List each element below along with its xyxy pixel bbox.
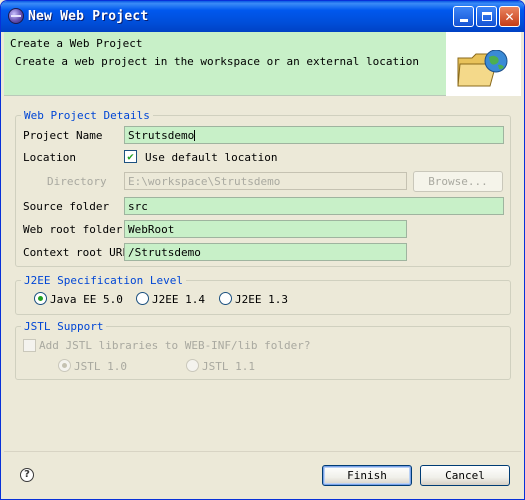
finish-button[interactable]: Finish — [322, 465, 412, 486]
project-name-input[interactable]: Strutsdemo — [124, 126, 504, 144]
banner-icon-area — [446, 32, 521, 96]
title-bar[interactable]: New Web Project ✕ — [1, 1, 524, 32]
radio-j2ee-1-3-label[interactable]: J2EE 1.3 — [235, 293, 288, 306]
location-label: Location — [23, 151, 76, 164]
minimize-button[interactable] — [453, 6, 474, 27]
project-name-value: Strutsdemo — [128, 129, 195, 142]
radio-jstl-1-0-label[interactable]: JSTL 1.0 — [74, 360, 127, 373]
folder-globe-icon — [457, 50, 508, 87]
eclipse-app-icon — [8, 8, 24, 24]
project-name-label: Project Name — [23, 129, 103, 142]
radio-jstl-1-1-label[interactable]: JSTL 1.1 — [202, 360, 255, 373]
context-root-url-label: Context root URL — [23, 246, 129, 259]
context-root-url-input[interactable]: /Strutsdemo — [124, 243, 407, 261]
use-default-location-checkbox[interactable]: ✔ — [124, 150, 137, 163]
radio-j2ee-1-3[interactable] — [219, 292, 232, 305]
source-folder-label: Source folder — [23, 200, 110, 213]
text-caret — [194, 130, 196, 141]
browse-button[interactable]: Browse... — [413, 171, 503, 192]
radio-j2ee-1-4[interactable] — [136, 292, 149, 305]
web-root-folder-label: Web root folder — [23, 223, 123, 236]
maximize-button[interactable] — [476, 6, 497, 27]
directory-input[interactable]: E:\workspace\Strutsdemo — [124, 172, 407, 190]
radio-j2ee-1-4-label[interactable]: J2EE 1.4 — [152, 293, 205, 306]
cancel-button-label: Cancel — [445, 469, 485, 482]
help-icon[interactable]: ? — [20, 468, 34, 482]
source-folder-input[interactable]: src — [124, 197, 504, 215]
radio-java-ee-5[interactable] — [34, 292, 47, 305]
wizard-banner: Create a Web Project Create a web projec… — [4, 32, 521, 96]
radio-jstl-1-1[interactable] — [186, 359, 199, 372]
banner-description: Create a web project in the workspace or… — [15, 55, 419, 68]
add-jstl-label[interactable]: Add JSTL libraries to WEB-INF/lib folder… — [39, 339, 311, 352]
footer-separator — [4, 451, 521, 452]
web-root-folder-input[interactable]: WebRoot — [124, 220, 407, 238]
j2ee-spec-level-legend: J2EE Specification Level — [21, 274, 186, 287]
directory-label: Directory — [47, 175, 107, 188]
close-icon: ✕ — [504, 9, 515, 24]
cancel-button[interactable]: Cancel — [420, 465, 510, 486]
minimize-icon — [459, 19, 468, 22]
new-web-project-dialog: New Web Project ✕ Create a Web Project C… — [0, 0, 525, 500]
add-jstl-checkbox[interactable] — [23, 339, 36, 352]
finish-button-label: Finish — [347, 469, 387, 482]
directory-value: E:\workspace\Strutsdemo — [128, 175, 281, 188]
jstl-support-legend: JSTL Support — [21, 320, 107, 333]
maximize-icon — [481, 12, 492, 21]
radio-java-ee-5-label[interactable]: Java EE 5.0 — [50, 293, 123, 306]
web-project-details-legend: Web Project Details — [21, 109, 153, 122]
checkmark-icon: ✔ — [127, 150, 134, 163]
banner-title: Create a Web Project — [10, 37, 143, 50]
close-button[interactable]: ✕ — [499, 6, 520, 27]
radio-jstl-1-0[interactable] — [58, 359, 71, 372]
use-default-location-label[interactable]: Use default location — [145, 151, 277, 164]
window-title: New Web Project — [28, 9, 149, 24]
